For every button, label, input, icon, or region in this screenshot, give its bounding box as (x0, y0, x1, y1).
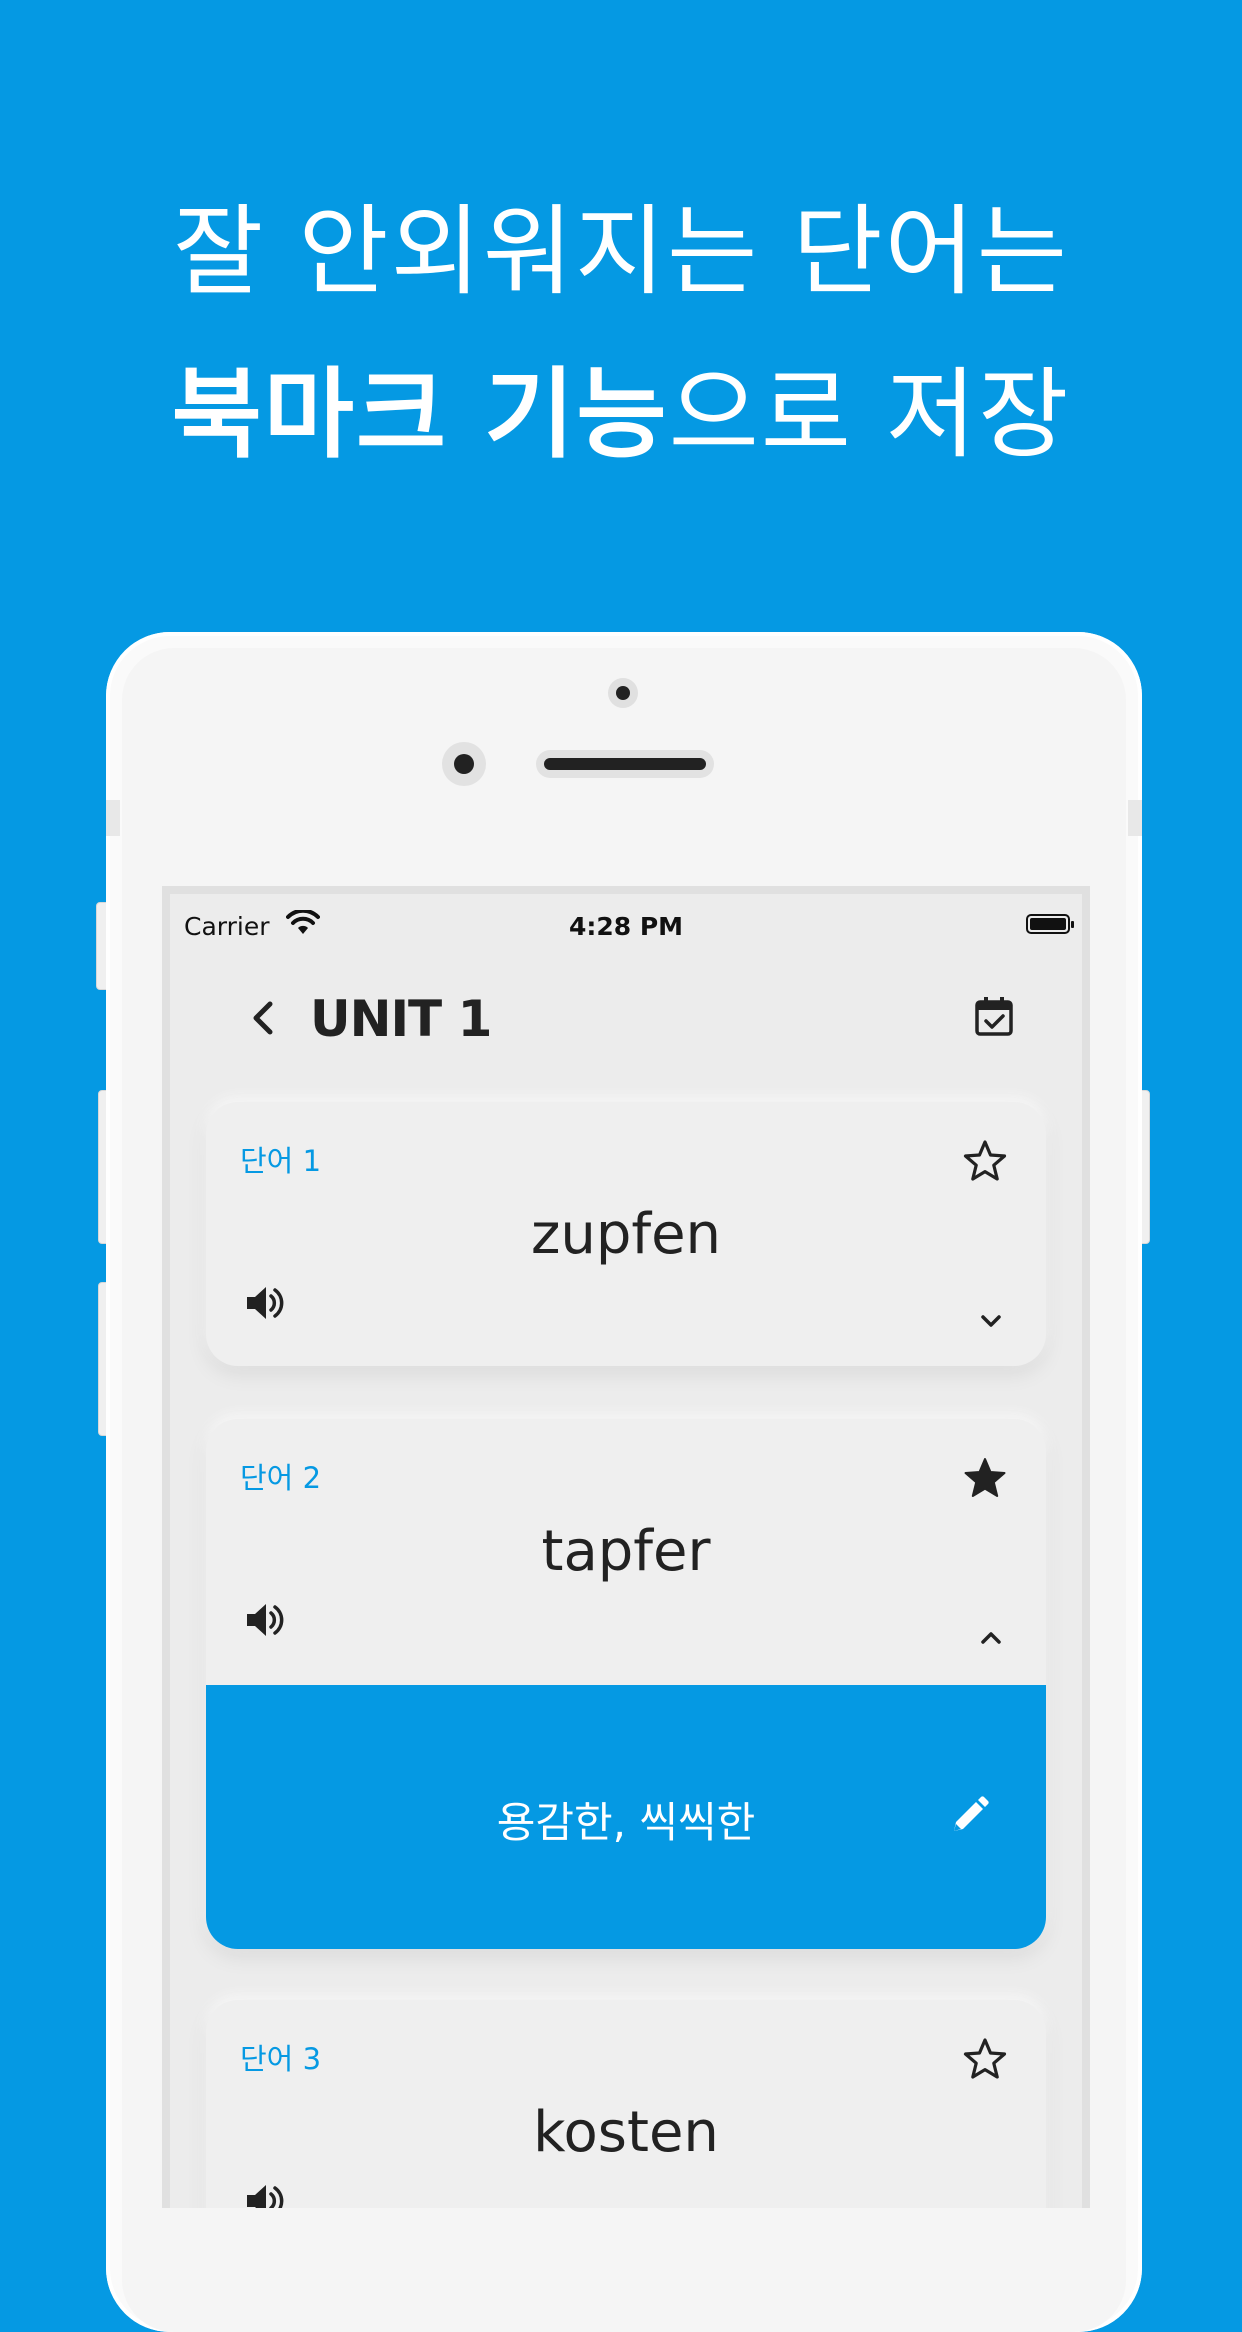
headline-rest: 으로 저장 (668, 358, 1071, 472)
front-camera (442, 742, 486, 786)
headline-line-2: 북마크 기능으로 저장 (0, 335, 1242, 477)
speaker-icon[interactable] (242, 1597, 288, 1643)
star-outline-icon[interactable] (962, 2036, 1008, 2082)
chevron-down-icon[interactable] (976, 1306, 1006, 1336)
star-outline-icon[interactable] (962, 1138, 1008, 1184)
proximity-sensor (608, 678, 638, 708)
status-bar: Carrier 4:28 PM (170, 894, 1082, 954)
word-number-label: 단어 3 (240, 2042, 322, 2076)
word-number-label: 단어 1 (240, 1144, 322, 1178)
word-text: kosten (533, 2100, 719, 2165)
antenna-band-left (106, 800, 120, 836)
meaning-panel: 용감한, 씩씩한 (206, 1685, 1046, 1949)
speaker-icon[interactable] (242, 1280, 288, 1326)
battery-icon (1026, 914, 1074, 934)
word-text: tapfer (541, 1519, 711, 1584)
word-card-expanded[interactable]: 단어 2 tapfer 용감한, 씩씩한 (206, 1419, 1046, 1949)
chevron-up-icon[interactable] (976, 1623, 1006, 1653)
word-text: zupfen (530, 1202, 722, 1267)
calendar-check-icon[interactable] (972, 994, 1016, 1038)
pencil-icon[interactable] (946, 1793, 992, 1839)
status-time: 4:28 PM (568, 912, 684, 941)
word-number-label: 단어 2 (240, 1461, 322, 1495)
nav-bar: UNIT 1 (170, 984, 1082, 1054)
antenna-band-right (1128, 800, 1142, 836)
back-chevron-icon[interactable] (240, 994, 288, 1042)
app-screen: Carrier 4:28 PM UNIT 1 단어 1 zupfen 단어 2 … (162, 886, 1090, 2208)
meaning-text: 용감한, 씩씩한 (496, 1798, 756, 1847)
page-title: UNIT 1 (310, 990, 492, 1048)
word-card[interactable]: 단어 3 kosten (206, 2000, 1046, 2208)
earpiece-speaker (536, 750, 714, 778)
word-card[interactable]: 단어 1 zupfen (206, 1102, 1046, 1366)
star-filled-icon[interactable] (962, 1455, 1008, 1501)
headline-line-1: 잘 안외워지는 단어는 (173, 195, 1069, 309)
headline-bold: 북마크 기능 (171, 358, 669, 472)
speaker-icon[interactable] (242, 2178, 288, 2208)
